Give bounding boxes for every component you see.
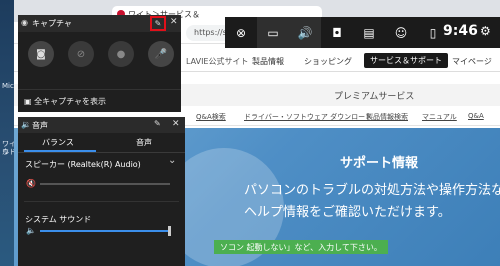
divider <box>24 201 179 202</box>
close-icon[interactable]: ✕ <box>172 119 180 129</box>
tab-voice[interactable]: 音声 <box>136 137 152 148</box>
pin-icon[interactable]: ✎ <box>154 119 161 128</box>
hero-description: パソコンのトラブルの対処方法や操作方法など ヘルプ情報をご確認いただけます。 <box>244 180 500 224</box>
capture-icon[interactable]: ▭ <box>257 17 289 48</box>
close-icon[interactable]: ✕ <box>170 17 178 27</box>
volume-icon[interactable]: 🔈 <box>26 226 36 235</box>
nav-shopping[interactable]: ショッピング <box>304 56 352 67</box>
hero-line: ヘルプ情報をご確認いただけます。 <box>244 205 451 220</box>
gallery-icon: ▣ <box>24 97 32 106</box>
mute-icon[interactable]: 🔇 <box>26 179 36 188</box>
hero-title: サポート情報 <box>340 156 419 171</box>
qa-search-link[interactable]: Q&A検索 <box>196 112 226 122</box>
driver-download-link[interactable]: ドライバー・ソフトウェア ダウンロード <box>244 112 372 122</box>
hero-line: パソコンのトラブルの対処方法や操作方法など <box>244 183 500 198</box>
chevron-down-icon[interactable]: ⌄ <box>168 155 176 166</box>
capture-header[interactable]: ◉ キャプチャ ✎ ✕ <box>18 15 181 32</box>
speaker-device-label: スピーカー (Realtek(R) Audio) <box>25 160 141 169</box>
capture-icon: ◉ <box>21 18 28 27</box>
performance-icon[interactable]: ◘ <box>321 17 353 48</box>
qa-link[interactable]: Q&A <box>468 112 484 120</box>
nav-service-support[interactable]: サービス＆サポート <box>364 53 448 68</box>
show-all-captures-label: 全キャプチャを表示 <box>34 97 107 106</box>
premium-service-link[interactable]: プレミアムサービス <box>334 89 414 102</box>
support-search-input[interactable]: ソコン 起動しない」など、入力して下さい。 <box>214 240 388 254</box>
capture-title: キャプチャ <box>32 19 72 28</box>
product-search-link[interactable]: 製品情報検索 <box>366 112 408 122</box>
nav-products[interactable]: 製品情報 <box>252 56 284 67</box>
nav-mypage[interactable]: マイページ <box>452 56 492 67</box>
pin-icon[interactable]: ✎ <box>150 16 166 31</box>
tab-divider <box>18 152 185 153</box>
audio-icon[interactable]: 🔊 <box>289 17 321 48</box>
social-icon[interactable]: ☺ <box>385 17 417 48</box>
desktop-icon-label[interactable]: Mic <box>2 82 14 90</box>
speaker-volume-slider[interactable] <box>40 183 170 185</box>
resources-icon[interactable]: ▤ <box>353 17 385 48</box>
record-last-button[interactable]: ⊘ <box>68 41 94 67</box>
capture-widget: ◉ キャプチャ ✎ ✕ ◙ ⊘ ● 🎤 ▣ 全キャプチャを表示 <box>18 15 181 112</box>
mic-off-button[interactable]: 🎤 <box>148 41 174 67</box>
manual-link[interactable]: マニュアル <box>422 112 457 122</box>
tab-balance[interactable]: バランス <box>42 137 74 148</box>
audio-header[interactable]: 🔉 音声 ✎ ✕ <box>18 117 185 133</box>
slider-fill <box>40 230 170 232</box>
screenshot-button[interactable]: ◙ <box>28 41 54 67</box>
clock: 9:46 <box>443 23 478 39</box>
system-sound-label: システム サウンド <box>25 215 92 224</box>
audio-widget: 🔉 音声 ✎ ✕ バランス 音声 スピーカー (Realtek(R) Audio… <box>18 117 185 266</box>
speaker-icon: 🔉 <box>21 120 31 129</box>
slider-thumb[interactable] <box>168 226 171 236</box>
game-bar: ⊗ ▭ 🔊 ◘ ▤ ☺ ▯ 9:46 ⚙ <box>225 17 500 48</box>
gear-icon[interactable]: ⚙ <box>480 24 491 38</box>
show-all-captures-link[interactable]: ▣ 全キャプチャを表示 <box>24 96 106 107</box>
audio-title: 音声 <box>32 121 48 130</box>
record-button[interactable]: ● <box>108 41 134 67</box>
divider <box>18 89 181 90</box>
site-brand[interactable]: LAVIE公式サイト <box>186 56 249 67</box>
xbox-icon[interactable]: ⊗ <box>225 17 257 48</box>
system-volume-slider[interactable] <box>40 226 171 236</box>
